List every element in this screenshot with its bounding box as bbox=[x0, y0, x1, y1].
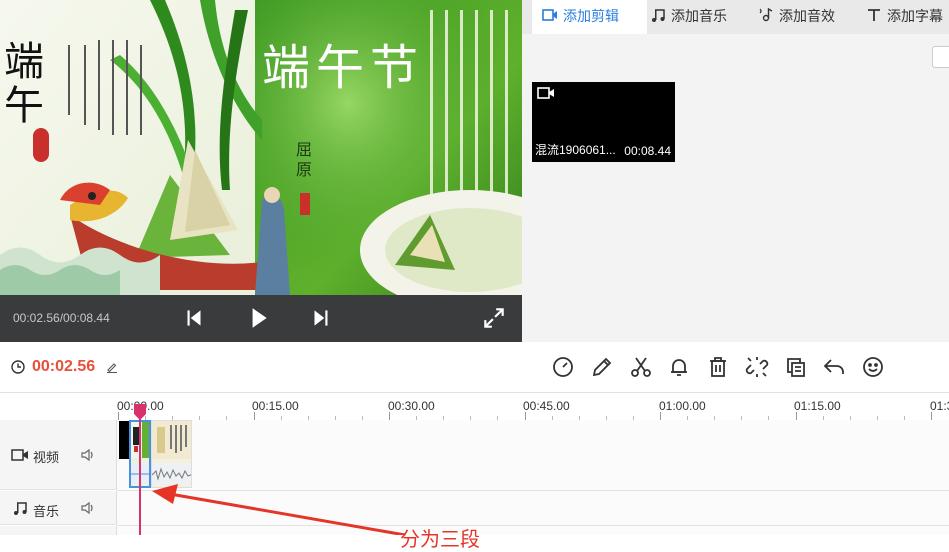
clip-segment-1[interactable] bbox=[119, 421, 129, 459]
ruler-label: 01:3 bbox=[930, 399, 949, 413]
video-camera-icon bbox=[11, 449, 28, 461]
timeline-toolbar: 00:02.56 bbox=[0, 342, 949, 393]
scissors-icon bbox=[631, 357, 651, 377]
media-library-panel: 添加剪辑 添加音乐 添加音效 添加字幕 混流1906061... 00:08.4… bbox=[522, 0, 949, 342]
ruler-label: 01:00.00 bbox=[659, 399, 706, 413]
media-clip-duration: 00:08.44 bbox=[624, 144, 671, 158]
ruler-label: 00:15.00 bbox=[252, 399, 299, 413]
play-button[interactable] bbox=[245, 305, 271, 331]
skip-back-icon bbox=[187, 310, 201, 326]
tab-add-subtitle[interactable]: 添加字幕 bbox=[866, 0, 949, 34]
copy-icon bbox=[787, 358, 805, 377]
undo-icon bbox=[823, 359, 844, 374]
clip-segment-3[interactable] bbox=[151, 420, 192, 488]
ruler-label: 00:45.00 bbox=[523, 399, 570, 413]
ruler-tick bbox=[796, 412, 797, 420]
tab-label: 添加音乐 bbox=[671, 8, 727, 24]
video-preview: 端午 端午节 屈原 bbox=[0, 0, 522, 295]
ruler-label: 00:30.00 bbox=[388, 399, 435, 413]
tab-label: 添加剪辑 bbox=[563, 8, 619, 24]
skip-forward-icon bbox=[314, 310, 328, 326]
current-time: 00:02.56 bbox=[32, 358, 96, 375]
pencil-icon bbox=[592, 357, 612, 377]
tab-label: 添加音效 bbox=[779, 8, 835, 24]
clock-icon bbox=[11, 360, 25, 374]
ruler-tick bbox=[118, 412, 119, 420]
video-camera-icon bbox=[542, 9, 557, 21]
next-frame-button[interactable] bbox=[308, 305, 334, 331]
tab-label: 添加字幕 bbox=[887, 8, 943, 24]
playhead-handle-icon[interactable] bbox=[134, 404, 146, 420]
undo-button[interactable] bbox=[822, 355, 846, 379]
edit-button[interactable] bbox=[590, 355, 614, 379]
video-track-header: 视频 bbox=[0, 420, 117, 490]
panel-side-button[interactable] bbox=[932, 46, 949, 68]
split-button[interactable] bbox=[629, 355, 653, 379]
play-icon bbox=[252, 308, 267, 328]
ruler-tick bbox=[660, 412, 661, 420]
ruler-tick bbox=[254, 412, 255, 420]
music-note-icon bbox=[652, 9, 665, 22]
ruler-tick bbox=[389, 412, 390, 420]
fullscreen-button[interactable] bbox=[481, 305, 507, 331]
sound-effect-icon bbox=[759, 7, 773, 22]
tab-add-clip[interactable]: 添加剪辑 bbox=[532, 0, 647, 34]
speed-icon bbox=[553, 357, 573, 377]
extra-track-header bbox=[0, 526, 117, 535]
preview-frame-image bbox=[0, 0, 522, 295]
music-note-icon bbox=[14, 502, 27, 515]
trash-icon bbox=[710, 357, 726, 377]
clip-thumbnail bbox=[152, 421, 191, 485]
delete-button[interactable] bbox=[706, 355, 730, 379]
player-controls: 00:02.56/00:08.44 bbox=[0, 295, 522, 342]
ruler-tick bbox=[525, 412, 526, 420]
emoji-button[interactable] bbox=[861, 355, 885, 379]
volume-icon[interactable] bbox=[80, 500, 96, 516]
copy-button[interactable] bbox=[784, 355, 808, 379]
preview-seal-text: 屈原 bbox=[296, 140, 313, 179]
tab-add-sound-effect[interactable]: 添加音效 bbox=[758, 0, 853, 34]
tab-bar: 添加剪辑 添加音乐 添加音效 添加字幕 bbox=[522, 0, 949, 34]
media-clip-thumbnail[interactable]: 混流1906061... 00:08.44 bbox=[532, 82, 675, 162]
ruler-tick bbox=[931, 412, 932, 420]
speed-button[interactable] bbox=[551, 355, 575, 379]
music-track-label: 音乐 bbox=[33, 504, 60, 519]
clip-thumbnail bbox=[131, 422, 149, 484]
ruler-label: 01:15.00 bbox=[794, 399, 841, 413]
text-icon bbox=[868, 9, 880, 21]
tab-add-music[interactable]: 添加音乐 bbox=[650, 0, 745, 34]
media-clip-name: 混流1906061... bbox=[535, 143, 616, 157]
volume-icon[interactable] bbox=[80, 447, 96, 463]
annotation-arrow-icon bbox=[152, 484, 406, 535]
prev-frame-button[interactable] bbox=[181, 305, 207, 331]
music-track-header: 音乐 bbox=[0, 491, 117, 525]
video-track-label: 视频 bbox=[33, 450, 60, 465]
unlink-icon bbox=[745, 357, 769, 377]
annotation-text: 分为三段 bbox=[400, 529, 480, 551]
detach-audio-button[interactable] bbox=[745, 355, 769, 379]
marker-button[interactable] bbox=[667, 355, 691, 379]
edit-time-icon[interactable] bbox=[106, 361, 118, 373]
emoji-icon bbox=[863, 357, 883, 377]
time-readout: 00:02.56/00:08.44 bbox=[13, 311, 110, 325]
fullscreen-icon bbox=[484, 308, 504, 328]
preview-title-art: 端午节 bbox=[262, 40, 425, 96]
bell-icon bbox=[671, 359, 687, 376]
preview-side-text: 端午 bbox=[4, 39, 44, 129]
video-camera-icon bbox=[537, 87, 554, 99]
